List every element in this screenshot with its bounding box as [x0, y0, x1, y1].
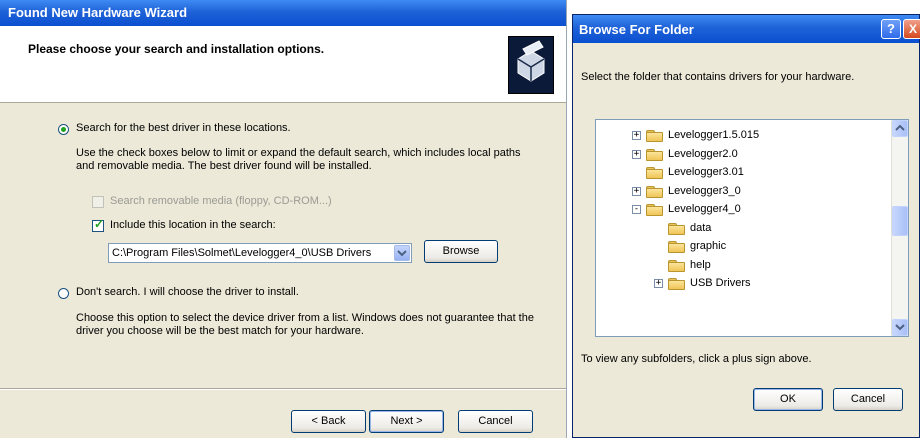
tree-item[interactable]: help — [596, 258, 886, 274]
folder-icon-body — [668, 280, 685, 290]
folder-icon — [646, 130, 663, 142]
next-button[interactable]: Next > — [369, 410, 444, 433]
chevron-up-icon — [895, 124, 905, 131]
hardware-install-icon — [508, 36, 554, 94]
include-location-checkbox[interactable]: ✓ — [92, 217, 105, 232]
tree-item[interactable]: Levelogger3.01 — [596, 165, 886, 181]
folder-icon — [646, 185, 663, 198]
tree-item[interactable]: - Levelogger4_0 — [596, 202, 886, 218]
tree-vertical-scrollbar[interactable] — [891, 120, 908, 336]
tree-item-label[interactable]: Levelogger2.0 — [668, 148, 738, 160]
tree-item-label[interactable]: Levelogger3_0 — [668, 185, 741, 197]
tree-item[interactable]: + USB Drivers — [596, 276, 886, 292]
folder-icon — [646, 204, 663, 216]
subfolder-hint: To view any subfolders, click a plus sig… — [581, 353, 812, 365]
close-button[interactable]: X — [903, 19, 920, 39]
tree-item-label[interactable]: Levelogger3.01 — [668, 166, 744, 178]
folder-icon — [668, 278, 685, 290]
help-icon: ? — [887, 21, 895, 36]
folder-icon-body — [646, 187, 663, 198]
location-path-value[interactable]: C:\Program Files\Solmet\Levelogger4_0\US… — [112, 247, 390, 259]
expand-plus-icon[interactable]: + — [632, 186, 641, 196]
expand-plus-icon[interactable]: + — [654, 279, 663, 288]
folder-icon-body — [668, 261, 685, 272]
back-button-label: < Back — [311, 415, 346, 427]
tree-item-label[interactable]: graphic — [690, 240, 726, 252]
search-best-driver-radio[interactable] — [58, 124, 69, 135]
wizard-title-bar[interactable]: Found New Hardware Wizard — [0, 0, 566, 26]
manual-description: Choose this option to select the device … — [76, 312, 534, 337]
browse-title: Browse For Folder — [579, 22, 694, 37]
removable-media-label: Search removable media (floppy, CD-ROM..… — [110, 195, 332, 207]
wizard-footer-divider — [0, 388, 566, 390]
tree-item-label[interactable]: data — [690, 222, 711, 234]
expand-plus-icon[interactable]: + — [632, 131, 641, 140]
browse-cancel-button-label: Cancel — [850, 393, 886, 405]
tree-item[interactable]: + Levelogger2.0 — [596, 147, 886, 163]
scroll-down-button[interactable] — [892, 319, 908, 336]
folder-icon-body — [646, 150, 663, 161]
folder-icon — [668, 259, 685, 272]
browse-for-folder-dialog: Browse For Folder ? X Select the folder … — [572, 14, 920, 438]
chevron-down-icon — [397, 250, 407, 257]
scroll-up-button[interactable] — [892, 120, 908, 137]
folder-icon-body — [668, 243, 685, 253]
collapse-minus-icon[interactable]: - — [632, 205, 641, 214]
hardware-wizard-window: Found New Hardware Wizard Please choose … — [0, 0, 567, 438]
ok-button-label: OK — [780, 393, 796, 405]
close-icon: X — [908, 22, 917, 36]
browse-instruction: Select the folder that contains drivers … — [581, 71, 855, 83]
cancel-button[interactable]: Cancel — [458, 410, 533, 433]
search-description: Use the check boxes below to limit or ex… — [76, 147, 521, 172]
wizard-header: Please choose your search and installati… — [0, 26, 566, 103]
tree-item-label[interactable]: Levelogger1.5.015 — [668, 129, 759, 141]
wizard-title: Found New Hardware Wizard — [8, 5, 188, 20]
expand-plus-icon[interactable]: + — [632, 149, 641, 159]
include-location-label[interactable]: Include this location in the search: — [110, 219, 276, 231]
cancel-button-label: Cancel — [478, 415, 513, 427]
tree-item[interactable]: graphic — [596, 239, 886, 255]
scroll-thumb[interactable] — [892, 206, 908, 236]
help-button[interactable]: ? — [881, 19, 901, 39]
folder-icon-body — [646, 169, 663, 179]
folder-icon — [646, 148, 663, 161]
checkmark-icon: ✓ — [94, 217, 105, 231]
folder-icon-body — [646, 206, 663, 216]
radio-selected-dot — [61, 127, 66, 132]
next-button-label: Next > — [390, 415, 423, 427]
chevron-down-icon — [895, 324, 905, 331]
tree-item-label[interactable]: Levelogger4_0 — [668, 203, 741, 215]
browse-cancel-button[interactable]: Cancel — [833, 388, 903, 411]
tree-item[interactable]: + Levelogger1.5.015 — [596, 128, 886, 144]
folder-tree[interactable]: + Levelogger1.5.015 + Levelogger2.0 Levelogg… — [595, 119, 909, 337]
folder-icon — [668, 241, 685, 253]
tree-item[interactable]: + Levelogger3_0 — [596, 184, 886, 200]
dont-search-radio[interactable] — [58, 288, 69, 299]
back-button[interactable]: < Back — [291, 410, 366, 433]
search-best-driver-label[interactable]: Search for the best driver in these loca… — [76, 122, 291, 134]
tree-item[interactable]: data — [596, 221, 886, 237]
browse-button-label: Browse — [442, 245, 480, 257]
removable-media-checkbox[interactable] — [92, 196, 104, 208]
dropdown-arrow-button[interactable] — [394, 245, 410, 261]
tree-item-label[interactable]: help — [690, 259, 711, 271]
dont-search-label[interactable]: Don't search. I will choose the driver t… — [76, 286, 299, 298]
browse-title-bar[interactable]: Browse For Folder ? X — [573, 15, 920, 43]
folder-icon-body — [668, 224, 685, 235]
folder-icon — [646, 167, 663, 179]
ok-button[interactable]: OK — [753, 388, 823, 411]
wizard-header-text: Please choose your search and installati… — [28, 42, 325, 56]
browse-button[interactable]: Browse — [424, 240, 498, 263]
folder-icon-body — [646, 132, 663, 142]
tree-item-label[interactable]: USB Drivers — [690, 277, 751, 289]
folder-icon — [668, 222, 685, 235]
location-path-combobox[interactable]: C:\Program Files\Solmet\Levelogger4_0\US… — [108, 243, 412, 263]
